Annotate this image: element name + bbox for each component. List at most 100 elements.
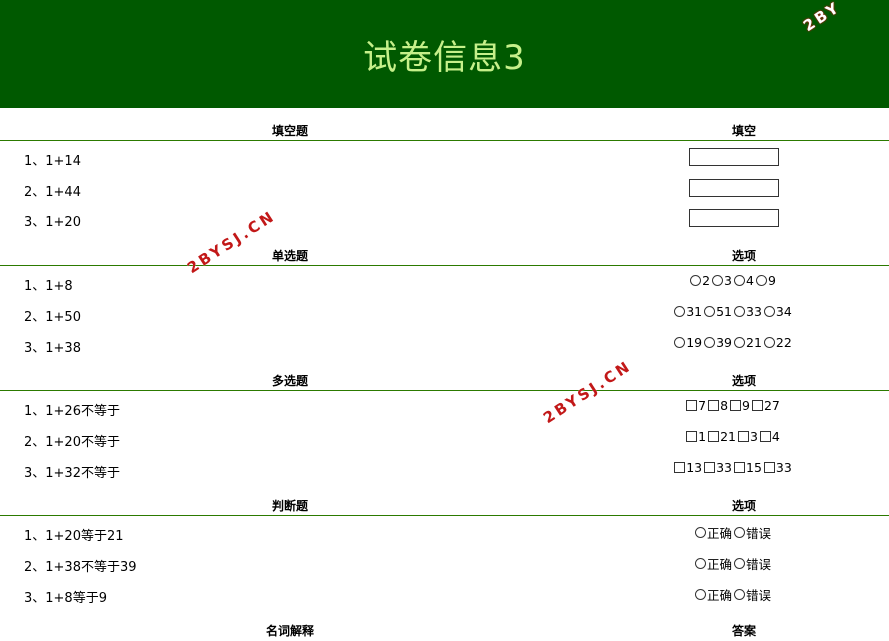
radio-option[interactable]: 21 (734, 335, 762, 350)
checkbox-square-icon[interactable] (708, 400, 720, 411)
radio-circle-icon[interactable] (704, 337, 716, 348)
checkbox-square-icon[interactable] (759, 431, 771, 442)
radio-option[interactable]: 2 (690, 273, 710, 288)
checkbox-option[interactable]: 8 (708, 398, 728, 413)
question-text: 3、1+38 (24, 341, 81, 356)
radio-option[interactable]: 31 (674, 304, 702, 319)
radio-circle-icon[interactable] (734, 275, 745, 286)
answer-input[interactable] (689, 179, 779, 197)
radio-option[interactable]: 3 (712, 273, 732, 288)
radio-option[interactable]: 39 (704, 335, 732, 350)
checkbox-option[interactable]: 15 (734, 460, 762, 475)
section-answer-header: 填空 (731, 124, 756, 138)
radio-option[interactable]: 51 (704, 304, 732, 319)
section-title: 多选题 (271, 374, 308, 388)
checkbox-option[interactable]: 13 (674, 460, 702, 475)
option-label: 13 (686, 460, 703, 475)
option-label: 正确 (706, 557, 732, 572)
section-answer-header: 选项 (731, 249, 756, 263)
radio-option[interactable]: 9 (755, 273, 776, 288)
question-row: 3、1+8等于9 正确 错误 (0, 579, 889, 610)
radio-circle-icon[interactable] (734, 558, 745, 569)
radio-option-false[interactable]: 错误 (734, 585, 771, 604)
checkbox-square-icon[interactable] (737, 431, 749, 442)
radio-circle-icon[interactable] (694, 589, 706, 600)
option-label: 2 (702, 273, 711, 288)
radio-circle-icon[interactable] (674, 306, 686, 317)
radio-circle-icon[interactable] (763, 337, 775, 348)
radio-circle-icon[interactable] (763, 306, 775, 317)
radio-option[interactable]: 33 (734, 304, 762, 319)
radio-circle-icon[interactable] (712, 275, 724, 286)
divider (0, 390, 889, 391)
checkbox-square-icon[interactable] (763, 462, 775, 473)
page-header: 试卷信息3 (0, 0, 889, 108)
radio-option-true[interactable]: 正确 (694, 554, 732, 573)
radio-circle-icon[interactable] (690, 275, 702, 286)
option-label: 19 (686, 335, 703, 350)
radio-circle-icon[interactable] (734, 527, 745, 538)
checkbox-option[interactable]: 27 (751, 398, 780, 413)
option-label: 错误 (746, 588, 772, 603)
checkbox-option[interactable]: 9 (730, 398, 750, 413)
radio-circle-icon[interactable] (734, 589, 745, 600)
checkbox-square-icon[interactable] (704, 462, 716, 473)
radio-circle-icon[interactable] (734, 306, 745, 317)
question-text: 3、1+20 (24, 215, 81, 230)
checkbox-square-icon[interactable] (686, 400, 698, 411)
section-answer-header: 选项 (731, 499, 756, 513)
checkbox-option[interactable]: 1 (686, 429, 706, 444)
checkbox-square-icon[interactable] (734, 462, 745, 473)
option-label: 31 (686, 304, 703, 319)
radio-option[interactable]: 34 (763, 304, 792, 319)
question-row: 1、1+20等于21 正确 错误 (0, 517, 889, 548)
radio-circle-icon[interactable] (694, 527, 706, 538)
radio-option-true[interactable]: 正确 (694, 523, 732, 542)
radio-circle-icon[interactable] (704, 306, 716, 317)
radio-option[interactable]: 22 (763, 335, 792, 350)
radio-circle-icon[interactable] (734, 337, 745, 348)
checkbox-option[interactable]: 4 (759, 429, 780, 444)
question-row: 3、1+20 (0, 203, 889, 234)
question-row: 1、1+14 (0, 142, 889, 173)
option-label: 8 (720, 398, 729, 413)
checkbox-option[interactable]: 21 (708, 429, 736, 444)
question-row: 3、1+32不等于 13 33 15 33 (0, 454, 889, 485)
option-label: 9 (767, 273, 776, 288)
radio-circle-icon[interactable] (755, 275, 767, 286)
checkbox-square-icon[interactable] (686, 431, 698, 442)
checkbox-square-icon[interactable] (751, 400, 763, 411)
option-label: 1 (698, 429, 707, 444)
question-text: 3、1+8等于9 (24, 591, 107, 606)
section-header-fill: 填空题 填空 (0, 112, 889, 141)
checkbox-option[interactable]: 3 (737, 429, 758, 444)
question-row: 1、1+8 2 3 4 9 (0, 267, 889, 298)
radio-circle-icon[interactable] (694, 558, 706, 569)
option-label: 21 (746, 335, 762, 350)
question-text: 1、1+8 (24, 279, 73, 294)
page-title: 试卷信息3 (363, 37, 526, 78)
checkbox-option[interactable]: 7 (686, 398, 706, 413)
radio-option-false[interactable]: 错误 (734, 554, 771, 573)
answer-input[interactable] (689, 148, 779, 166)
radio-circle-icon[interactable] (674, 337, 686, 348)
option-label: 33 (716, 460, 732, 475)
question-row: 2、1+20不等于 1 21 3 4 (0, 423, 889, 454)
option-label: 正确 (706, 588, 732, 603)
checkbox-option[interactable]: 33 (704, 460, 732, 475)
radio-option-true[interactable]: 正确 (694, 585, 732, 604)
checkbox-square-icon[interactable] (730, 400, 742, 411)
radio-option-false[interactable]: 错误 (734, 523, 771, 542)
option-label: 4 (771, 429, 780, 444)
radio-option[interactable]: 4 (734, 273, 754, 288)
checkbox-option[interactable]: 33 (763, 460, 792, 475)
question-text: 2、1+38不等于39 (24, 560, 137, 575)
option-label: 正确 (706, 526, 732, 541)
answer-input[interactable] (689, 209, 779, 227)
question-row: 2、1+38不等于39 正确 错误 (0, 548, 889, 579)
section-title: 填空题 (271, 124, 308, 138)
radio-option[interactable]: 19 (674, 335, 702, 350)
checkbox-square-icon[interactable] (708, 431, 720, 442)
checkbox-square-icon[interactable] (674, 462, 686, 473)
option-label: 34 (775, 304, 792, 319)
